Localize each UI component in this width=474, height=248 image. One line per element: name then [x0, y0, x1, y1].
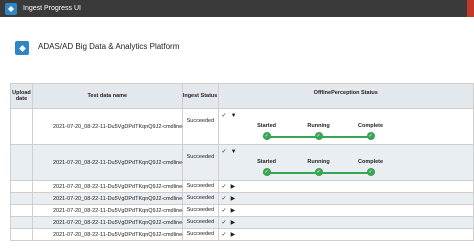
table-row[interactable]: 2021-07-20_08-22-11-Du5VgDPdTKqnQ9J2-cmd… [11, 205, 474, 217]
test-name-cell: 2021-07-20_08-22-11-Du5VgDPdTKqnQ9J2-cmd… [52, 160, 193, 166]
upload-date-cell [11, 109, 33, 145]
step-running: Running ✓ [307, 159, 330, 176]
check-icon: ✓ [221, 149, 227, 155]
ingest-status-cell: Succeeded [186, 219, 215, 225]
table-row[interactable]: 2021-07-20_08-22-11-Du5VgDPdTKqnQ9J2-cmd… [11, 181, 474, 193]
column-header-perception-status[interactable]: OfflinePerception Status [218, 84, 474, 109]
column-header-test-name[interactable]: Test data name [32, 84, 183, 109]
upload-date-cell [11, 145, 33, 181]
step-complete: Complete ✓ [358, 159, 384, 176]
ingest-status-cell: Succeeded [186, 154, 215, 160]
check-icon: ✓ [221, 232, 227, 238]
test-name-cell: 2021-07-20_08-22-11-Du5VgDPdTKqnQ9J2-cmd… [52, 208, 193, 214]
upload-date-cell [11, 181, 33, 193]
table-row[interactable]: 2021-07-20_08-22-11-Du5VgDPdTKqnQ9J2-cmd… [11, 109, 474, 145]
page-title: ADAS/AD Big Data & Analytics Platform [38, 42, 180, 51]
test-name-cell: 2021-07-20_08-22-11-Du5VgDPdTKqnQ9J2-cmd… [52, 220, 193, 226]
upload-date-cell [11, 229, 33, 241]
app-icon [5, 2, 17, 15]
perception-steps: Started ✓ Running ✓ Complete ✓ [253, 123, 385, 143]
expand-toggle-icon[interactable]: ▶ [231, 195, 236, 202]
window-titlebar: Ingest Progress UI [0, 0, 474, 17]
ingest-status-cell: Succeeded [186, 207, 215, 213]
upload-date-cell [11, 193, 33, 205]
check-icon: ✓ [221, 196, 227, 202]
check-icon: ✓ [221, 208, 227, 214]
window-title: Ingest Progress UI [23, 5, 81, 12]
check-icon: ✓ [221, 220, 227, 226]
perception-steps: Started ✓ Running ✓ Complete ✓ [253, 159, 385, 179]
step-started: Started ✓ [257, 159, 277, 176]
ingest-status-cell: Succeeded [186, 118, 215, 124]
ingest-status-cell: Succeeded [186, 231, 215, 237]
expand-toggle-icon[interactable]: ▶ [231, 231, 236, 238]
step-done-icon: ✓ [314, 132, 323, 140]
step-done-icon: ✓ [366, 132, 375, 140]
test-name-cell: 2021-07-20_08-22-11-Du5VgDPdTKqnQ9J2-cmd… [52, 196, 193, 202]
check-icon: ✓ [221, 184, 227, 190]
expand-toggle-icon[interactable]: ▶ [231, 183, 236, 190]
step-running: Running ✓ [307, 123, 330, 140]
table-row[interactable]: 2021-07-20_08-22-11-Du5VgDPdTKqnQ9J2-cmd… [11, 217, 474, 229]
step-done-icon: ✓ [314, 168, 323, 176]
ingest-status-cell: Succeeded [186, 195, 215, 201]
check-icon: ✓ [221, 113, 227, 119]
collapse-toggle-icon[interactable]: ▼ [231, 149, 237, 155]
expand-toggle-icon[interactable]: ▶ [231, 207, 236, 214]
step-complete: Complete ✓ [358, 123, 384, 140]
expand-toggle-icon[interactable]: ▶ [231, 219, 236, 226]
ingest-table: Upload date Test data name Ingest Status… [10, 83, 474, 241]
test-name-cell: 2021-07-20_08-22-11-Du5VgDPdTKqnQ9J2-cmd… [52, 232, 193, 238]
column-header-upload-date[interactable]: Upload date [11, 84, 33, 109]
table-header-row: Upload date Test data name Ingest Status… [11, 84, 474, 109]
step-done-icon: ✓ [262, 168, 271, 176]
upload-date-cell [11, 205, 33, 217]
table-row[interactable]: 2021-07-20_08-22-11-Du5VgDPdTKqnQ9J2-cmd… [11, 193, 474, 205]
step-started: Started ✓ [257, 123, 277, 140]
test-name-cell: 2021-07-20_08-22-11-Du5VgDPdTKqnQ9J2-cmd… [52, 184, 193, 190]
column-header-ingest-status[interactable]: Ingest Status [182, 84, 219, 109]
page-header: ADAS/AD Big Data & Analytics Platform [0, 17, 474, 81]
ingest-status-cell: Succeeded [186, 183, 215, 189]
test-name-cell: 2021-07-20_08-22-11-Du5VgDPdTKqnQ9J2-cmd… [52, 124, 193, 130]
table-row[interactable]: 2021-07-20_08-22-11-Du5VgDPdTKqnQ9J2-cmd… [11, 145, 474, 181]
upload-date-cell [11, 217, 33, 229]
collapse-toggle-icon[interactable]: ▼ [231, 113, 237, 119]
platform-logo-icon [15, 41, 29, 55]
step-done-icon: ✓ [366, 168, 375, 176]
step-done-icon: ✓ [262, 132, 271, 140]
window-close-button[interactable] [467, 0, 474, 17]
table-row[interactable]: 2021-07-20_08-22-11-Du5VgDPdTKqnQ9J2-cmd… [11, 229, 474, 241]
